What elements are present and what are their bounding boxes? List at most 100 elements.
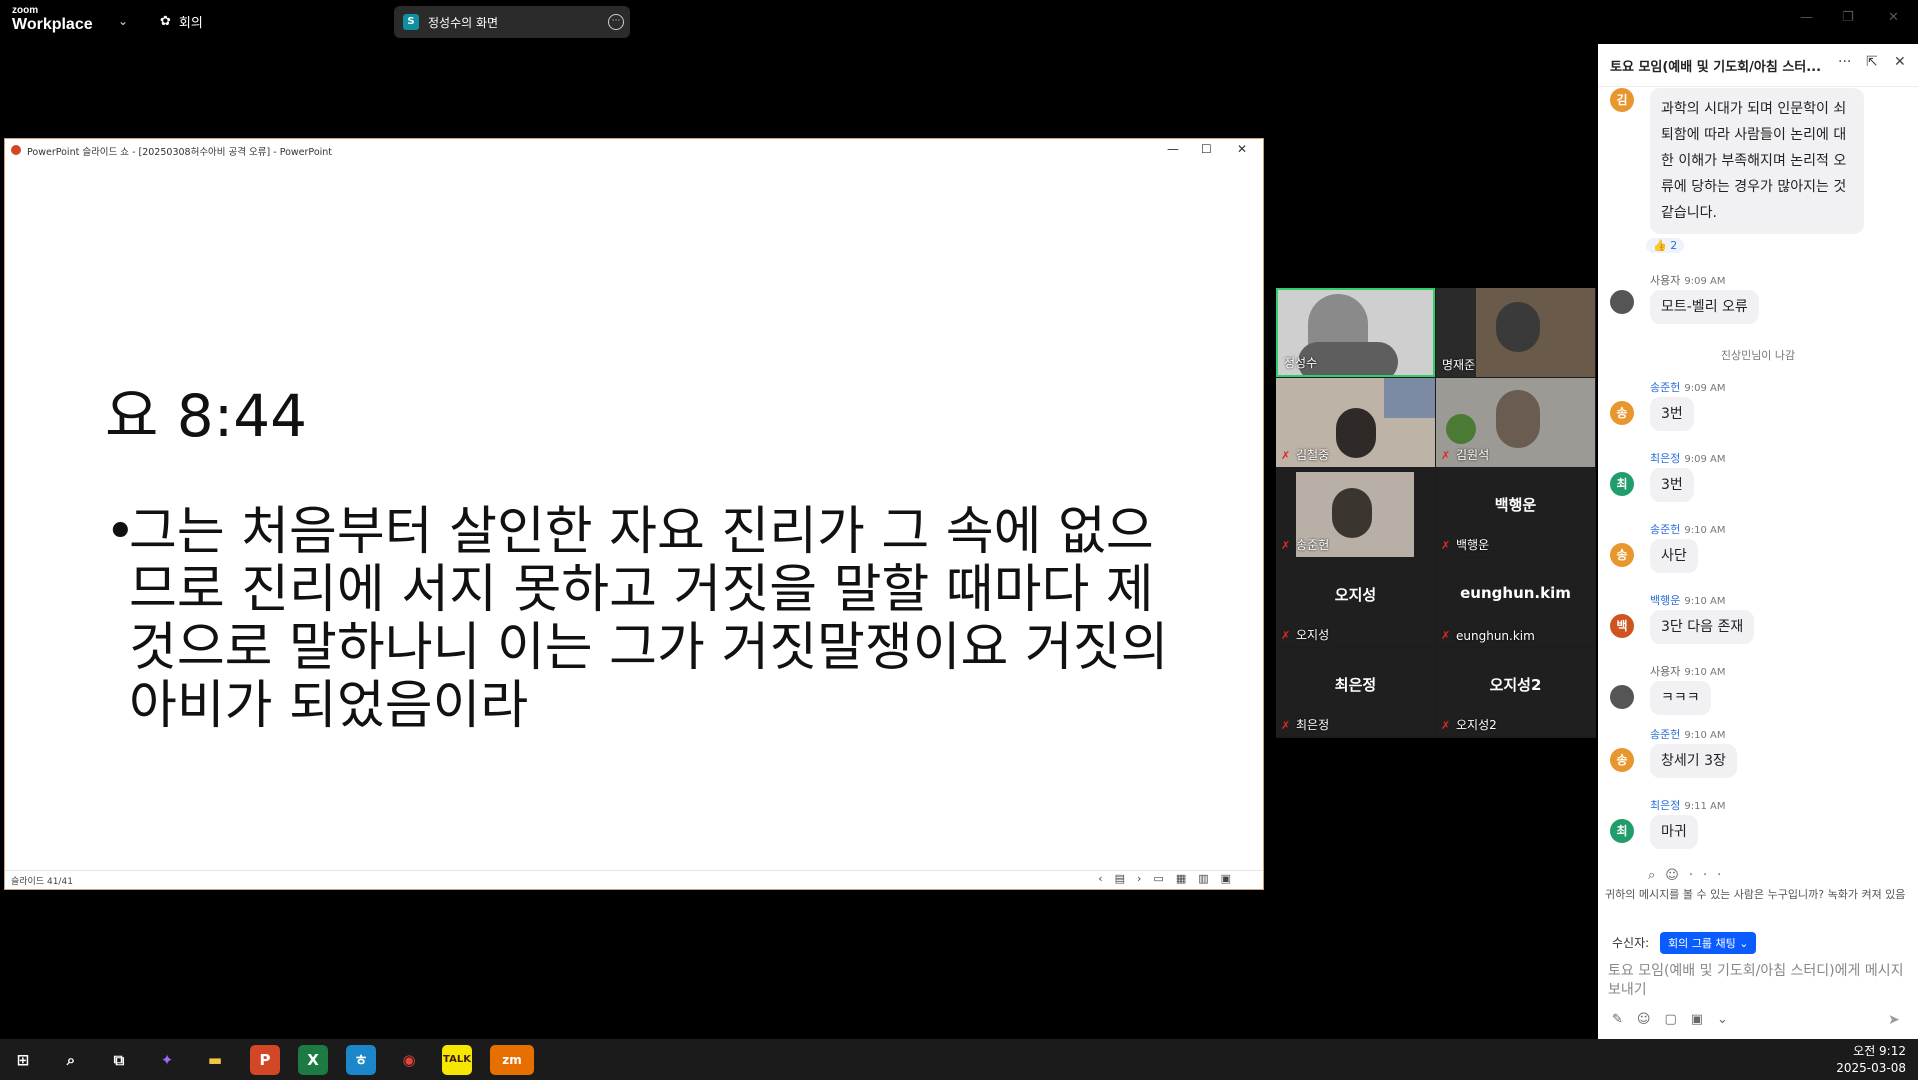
message-meta: 송준헌 9:09 AM bbox=[1650, 379, 1725, 395]
kakaotalk-taskbar-icon[interactable]: TALK bbox=[442, 1045, 472, 1075]
participant-big-name: 오지성2 bbox=[1489, 676, 1542, 694]
participant-name: 최은정 bbox=[1296, 718, 1330, 732]
windows-taskbar: ⊞ ⌕ ⧉ ✦ ▬ P X ㅎ ◉ TALK zm 오전 9:12 2025-0… bbox=[0, 1039, 1918, 1080]
system-clock[interactable]: 오전 9:12 2025-03-08 bbox=[1836, 1043, 1906, 1077]
video-tile[interactable]: 오지성2 ✗ 오지성2 bbox=[1436, 648, 1595, 737]
participant-name: 오지성2 bbox=[1456, 718, 1497, 732]
participant-big-name: 백행운 bbox=[1494, 496, 1537, 514]
video-tile[interactable]: 백행운 ✗ 백행운 bbox=[1436, 468, 1595, 557]
slide-canvas[interactable]: 요 8:44 • 그는 처음부터 살인한 자요 진리가 그 속에 없으므로 진리… bbox=[5, 163, 1263, 871]
file-explorer-icon[interactable]: ▬ bbox=[200, 1045, 230, 1075]
more-icon[interactable]: ··· bbox=[1838, 54, 1851, 70]
share-label: 정성수의 화면 bbox=[428, 16, 499, 30]
windows-start-icon[interactable]: ⊞ bbox=[8, 1045, 38, 1075]
sender-name: 송준헌 bbox=[1650, 523, 1681, 536]
sender-name: 최은정 bbox=[1650, 799, 1681, 812]
message-meta: 송준헌 9:10 AM bbox=[1650, 521, 1725, 537]
avatar bbox=[1610, 290, 1634, 314]
message-bubble: 3번 bbox=[1650, 397, 1694, 431]
mic-muted-icon: ✗ bbox=[1441, 449, 1451, 462]
more-options-icon[interactable]: ··· bbox=[608, 14, 624, 30]
avatar: 백 bbox=[1610, 614, 1634, 638]
avatar: 송 bbox=[1610, 401, 1634, 425]
zoom-top-bar bbox=[0, 0, 1918, 44]
video-tile[interactable]: 명재준 bbox=[1436, 288, 1595, 377]
close-chat-icon[interactable]: ✕ bbox=[1894, 54, 1906, 70]
mic-muted-icon: ✗ bbox=[1441, 539, 1451, 552]
chevron-down-icon[interactable]: ⌄ bbox=[118, 14, 128, 28]
message-action-icons[interactable]: ⌕☺··· bbox=[1648, 868, 1731, 883]
ppt-status-bar: 슬라이드 41/41 ‹▤›▭▦▥▣ bbox=[5, 870, 1263, 889]
chat-input[interactable]: 토요 모임(예배 및 기도회/아침 스터디)에게 메시지 보내기 bbox=[1608, 962, 1908, 1000]
excel-taskbar-icon[interactable]: X bbox=[298, 1045, 328, 1075]
zoom-taskbar-icon[interactable]: zm bbox=[490, 1045, 534, 1075]
message-bubble: 사단 bbox=[1650, 539, 1698, 573]
message-meta: 사용자 9:10 AM bbox=[1650, 663, 1725, 679]
copilot-icon[interactable]: ✦ bbox=[152, 1045, 182, 1075]
bullet-text: 그는 처음부터 살인한 자요 진리가 그 속에 없으므로 진리에 서지 못하고 … bbox=[129, 502, 1169, 736]
wall-picture bbox=[1384, 378, 1435, 418]
avatar: 송 bbox=[1610, 748, 1634, 772]
video-tile[interactable]: ✗ 김원석 bbox=[1436, 378, 1595, 467]
sender-name: 백행운 bbox=[1650, 594, 1681, 607]
task-view-icon[interactable]: ⧉ bbox=[104, 1045, 134, 1075]
powerpoint-icon bbox=[11, 145, 21, 155]
popout-icon[interactable]: ⇱ bbox=[1866, 54, 1878, 70]
video-tile[interactable]: ✗ 송준헌 bbox=[1276, 468, 1435, 557]
avatar: 송 bbox=[1610, 543, 1634, 567]
video-tile[interactable]: 최은정 ✗ 최은정 bbox=[1276, 648, 1435, 737]
avatar: 최 bbox=[1610, 819, 1634, 843]
sender-name: 송준헌 bbox=[1650, 381, 1681, 394]
restore-icon[interactable]: ❐ bbox=[1842, 10, 1854, 25]
ppt-minimize-icon[interactable]: — bbox=[1167, 142, 1179, 156]
chrome-taskbar-icon[interactable]: ◉ bbox=[394, 1045, 424, 1075]
avatar: 김 bbox=[1610, 88, 1634, 112]
send-icon[interactable]: ➤ bbox=[1888, 1012, 1900, 1028]
search-icon[interactable]: ⌕ bbox=[56, 1045, 86, 1075]
powerpoint-taskbar-icon[interactable]: P bbox=[250, 1045, 280, 1075]
bullet-dot: • bbox=[105, 502, 136, 562]
slide-nav-controls[interactable]: ‹▤›▭▦▥▣ bbox=[1098, 872, 1243, 885]
message-time: 9:10 AM bbox=[1684, 667, 1726, 678]
message-time: 9:10 AM bbox=[1684, 730, 1726, 741]
privacy-notice[interactable]: 귀하의 메시지를 볼 수 있는 사람은 누구입니까? 녹화가 켜져 있음 bbox=[1605, 888, 1915, 902]
message-time: 9:10 AM bbox=[1684, 525, 1726, 536]
video-tile[interactable]: 정성수 bbox=[1276, 288, 1435, 377]
input-toolbar-icons[interactable]: ✎☺▢▣⌄ bbox=[1612, 1012, 1742, 1027]
close-icon[interactable]: ✕ bbox=[1888, 10, 1899, 25]
sender-name: 사용자 bbox=[1650, 665, 1681, 678]
participant-name: 백행운 bbox=[1456, 538, 1490, 552]
ppt-maximize-icon[interactable]: ☐ bbox=[1201, 142, 1212, 156]
message-meta: 송준헌 9:10 AM bbox=[1650, 726, 1725, 742]
share-badge: S bbox=[403, 14, 419, 30]
participant-name: 오지성 bbox=[1296, 628, 1330, 642]
mic-muted-icon: ✗ bbox=[1441, 719, 1451, 732]
person-head bbox=[1332, 488, 1372, 538]
message-meta: 사용자 9:09 AM bbox=[1650, 272, 1725, 288]
message-time: 9:09 AM bbox=[1684, 454, 1726, 465]
video-tile[interactable]: ✗ 김철중 bbox=[1276, 378, 1435, 467]
video-tile[interactable]: eunghun.kim ✗ eunghun.kim bbox=[1436, 558, 1595, 647]
minimize-icon[interactable]: — bbox=[1800, 10, 1813, 25]
system-message: 진상민님이 나감 bbox=[1720, 349, 1796, 362]
recipient-select[interactable]: 회의 그룹 채팅 ⌄ bbox=[1660, 932, 1757, 954]
screen-share-indicator[interactable]: S 정성수의 화면 ··· bbox=[394, 6, 630, 38]
ppt-close-icon[interactable]: ✕ bbox=[1237, 142, 1247, 156]
message-time: 9:11 AM bbox=[1684, 801, 1726, 812]
participant-name: 명재준 bbox=[1442, 358, 1476, 372]
mic-muted-icon: ✗ bbox=[1281, 539, 1291, 552]
meeting-menu-button[interactable]: ✿ 회의 bbox=[160, 12, 203, 31]
person-video bbox=[1496, 302, 1540, 352]
participant-big-name: 오지성 bbox=[1334, 586, 1377, 604]
paw-icon: ✿ bbox=[160, 14, 171, 29]
video-tile[interactable]: 오지성 ✗ 오지성 bbox=[1276, 558, 1435, 647]
mic-muted-icon: ✗ bbox=[1281, 719, 1291, 732]
hangul-taskbar-icon[interactable]: ㅎ bbox=[346, 1045, 376, 1075]
chat-header: 토요 모임(예배 및 기도회/아침 스터... ··· ⇱ ✕ bbox=[1598, 44, 1918, 87]
message-meta: 최은정 9:11 AM bbox=[1650, 797, 1725, 813]
sender-name: 사용자 bbox=[1650, 274, 1681, 287]
message-bubble: ㅋㅋㅋ bbox=[1650, 681, 1711, 715]
zoom-logo[interactable]: zoom Workplace bbox=[12, 6, 93, 33]
reaction-badge[interactable]: 👍 2 bbox=[1646, 238, 1685, 253]
chat-title: 토요 모임(예배 및 기도회/아침 스터... bbox=[1610, 60, 1822, 75]
